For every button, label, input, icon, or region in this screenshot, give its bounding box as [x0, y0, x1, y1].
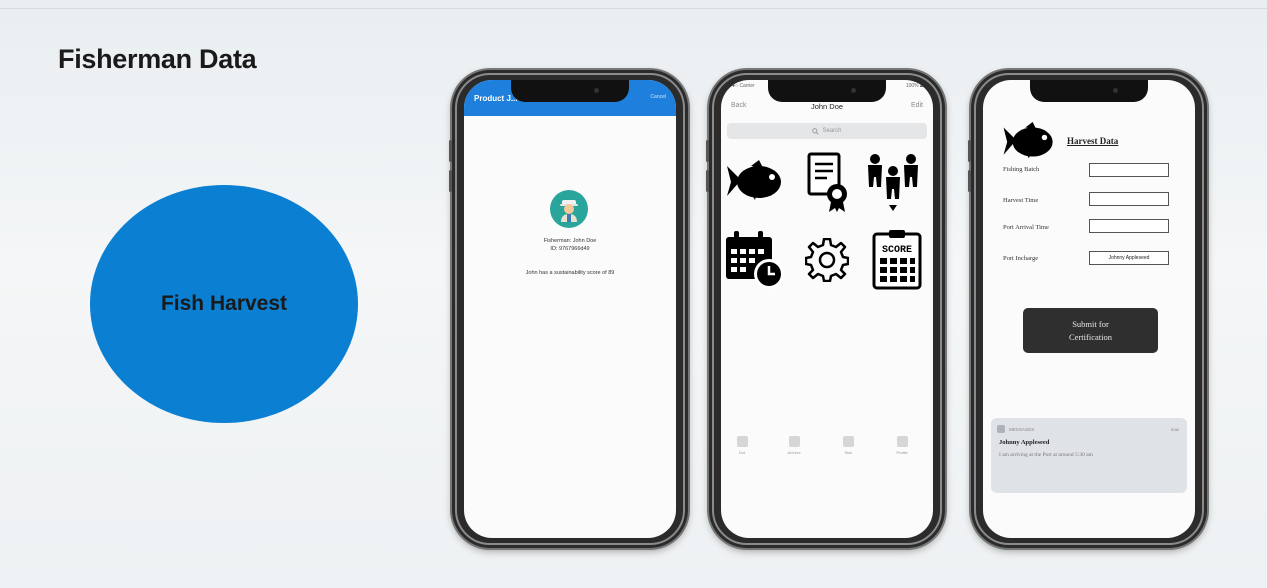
volume-up-button [449, 140, 452, 162]
submit-certification-button[interactable]: Submit for Certification [1023, 308, 1158, 353]
tab-profile-icon [896, 436, 908, 447]
port-incharge-field[interactable]: Johnny Appleseed [1089, 251, 1169, 265]
phone-harvest-form: Harvest Data Fishing Batch Harvest Time … [968, 70, 1207, 548]
volume-down-button [968, 170, 971, 192]
fish-harvest-ellipse: Fish Harvest [90, 185, 358, 423]
harvest-time-field[interactable] [1089, 192, 1169, 206]
fisherman-name: Fisherman: John Doe [543, 238, 597, 244]
submit-line-2: Certification [1069, 331, 1112, 342]
carrier-status: ●●○ Carrier [729, 83, 755, 89]
svg-text:SCORE: SCORE [882, 245, 912, 256]
crew-icon [868, 154, 918, 211]
phone-profile-screen: Product J... Cancel Fisherman: John Doe … [464, 80, 676, 538]
message-notification[interactable]: MESSAGES now Johnny Appleseed I am arriv… [991, 418, 1187, 493]
messages-app-icon [997, 425, 1005, 433]
schedule-tile[interactable] [723, 228, 787, 292]
tab-dot[interactable]: Dot [727, 436, 757, 455]
screen-title: John Doe [810, 102, 844, 111]
tab-profile-label: Profile [896, 450, 908, 455]
fishing-batch-label: Fishing Batch [1003, 166, 1040, 173]
submit-line-1: Submit for [1072, 318, 1109, 329]
phone-profile: Product J... Cancel Fisherman: John Doe … [449, 70, 688, 548]
tab-stat-label: Stat [844, 450, 852, 455]
crew-tile[interactable] [861, 150, 925, 214]
notification-sender: Johnny Appleseed [999, 439, 1050, 446]
settings-tile[interactable] [795, 228, 859, 292]
port-incharge-label: Port Incharge [1003, 255, 1039, 262]
fish-harvest-label: Fish Harvest [160, 292, 288, 315]
certificate-icon [807, 152, 847, 212]
volume-up-button [706, 140, 709, 162]
tab-dot-icon [736, 436, 748, 447]
header-title: Product J... [474, 94, 518, 103]
phone-notch [1030, 80, 1148, 102]
volume-down-button [449, 170, 452, 192]
volume-up-button [968, 140, 971, 162]
edit-button[interactable]: Edit [911, 102, 923, 109]
tab-stat-icon [842, 436, 854, 447]
form-heading: Harvest Data [1067, 136, 1119, 146]
score-tile[interactable]: SCORE [865, 228, 929, 292]
volume-down-button [706, 170, 709, 192]
page-title: Fisherman Data [58, 44, 257, 74]
top-divider [0, 8, 1267, 9]
sustainability-score: John has a sustainability score of 89 [525, 270, 615, 276]
harvest-time-label: Harvest Time [1003, 197, 1039, 204]
fish-icon [1003, 122, 1053, 159]
port-arrival-time-label: Port Arrival Time [1003, 224, 1049, 231]
tab-bar: Dot Archive Stat Profile [721, 436, 933, 464]
search-placeholder: Search [822, 128, 842, 134]
search-icon [812, 127, 820, 135]
certificate-tile[interactable] [795, 150, 859, 214]
phone-notch [768, 80, 886, 102]
tab-stat[interactable]: Stat [833, 436, 863, 455]
battery-status: 100% ▬ [905, 83, 925, 89]
fisherman-id: ID: 9767966d49 [550, 246, 590, 252]
gear-icon [805, 238, 849, 282]
phone-form-screen: Harvest Data Fishing Batch Harvest Time … [983, 80, 1195, 538]
fish-icon [727, 160, 781, 200]
tab-archive[interactable]: Archive [779, 436, 809, 455]
cancel-button[interactable]: Cancel [650, 94, 666, 100]
fishing-batch-field[interactable] [1089, 163, 1169, 177]
fisherman-avatar-icon [550, 190, 588, 228]
phone-menu: ●●○ Carrier 100% ▬ Back John Doe Edit Se… [706, 70, 945, 548]
phone-menu-screen: ●●○ Carrier 100% ▬ Back John Doe Edit Se… [721, 80, 933, 538]
port-arrival-time-field[interactable] [1089, 219, 1169, 233]
tab-profile[interactable]: Profile [887, 436, 917, 455]
notification-app-name: MESSAGES [1009, 427, 1035, 432]
calendar-clock-icon [726, 231, 784, 289]
tab-dot-label: Dot [738, 450, 746, 455]
scoreboard-icon: SCORE [872, 230, 922, 290]
notification-message: I am arriving at the Port at around 5:30… [999, 452, 1093, 458]
search-input[interactable]: Search [727, 123, 927, 139]
tab-archive-icon [788, 436, 800, 447]
phone-notch [511, 80, 629, 102]
fish-tile[interactable] [723, 150, 787, 214]
tab-archive-label: Archive [787, 450, 801, 455]
notification-time: now [1170, 427, 1179, 432]
